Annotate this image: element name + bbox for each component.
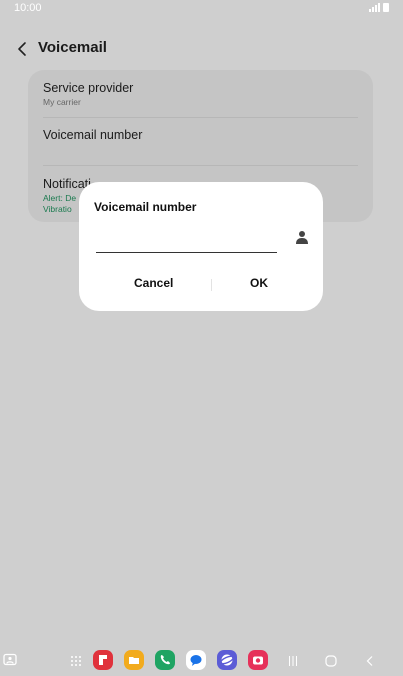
screenshot-icon[interactable] xyxy=(3,653,17,667)
my-files-app-icon[interactable] xyxy=(124,650,144,670)
service-provider-item[interactable]: Service provider My carrier xyxy=(43,81,358,107)
home-icon[interactable] xyxy=(325,655,337,667)
button-divider xyxy=(211,279,212,291)
signal-icon xyxy=(369,3,380,12)
clock: 10:00 xyxy=(14,2,42,14)
divider xyxy=(43,165,358,166)
status-bar: 10:00 xyxy=(0,0,403,18)
camera-app-icon[interactable] xyxy=(248,650,268,670)
app-header: Voicemail xyxy=(0,36,403,62)
dialog-title: Voicemail number xyxy=(94,200,197,214)
flipboard-app-icon[interactable] xyxy=(93,650,113,670)
service-provider-value: My carrier xyxy=(43,97,81,107)
navigation-bar xyxy=(0,646,403,676)
page-title: Voicemail xyxy=(38,39,107,56)
voicemail-number-item[interactable]: Voicemail number xyxy=(43,128,358,142)
messages-app-icon[interactable] xyxy=(186,650,206,670)
recent-apps-icon[interactable] xyxy=(287,655,299,667)
voicemail-number-dialog: Voicemail number Cancel OK xyxy=(79,182,323,311)
app-drawer-icon[interactable] xyxy=(70,655,82,667)
voicemail-number-input[interactable] xyxy=(96,226,277,253)
phone-app-icon[interactable] xyxy=(155,650,175,670)
ok-button[interactable]: OK xyxy=(250,276,268,290)
battery-icon xyxy=(383,3,389,12)
service-provider-label: Service provider xyxy=(43,81,134,95)
cancel-button[interactable]: Cancel xyxy=(134,276,173,290)
internet-app-icon[interactable] xyxy=(217,650,237,670)
status-icons xyxy=(369,3,389,12)
voicemail-number-label: Voicemail number xyxy=(43,128,143,142)
divider xyxy=(43,117,358,118)
person-icon[interactable] xyxy=(295,230,309,244)
back-nav-icon[interactable] xyxy=(364,655,376,667)
chevron-left-icon[interactable] xyxy=(14,40,30,58)
